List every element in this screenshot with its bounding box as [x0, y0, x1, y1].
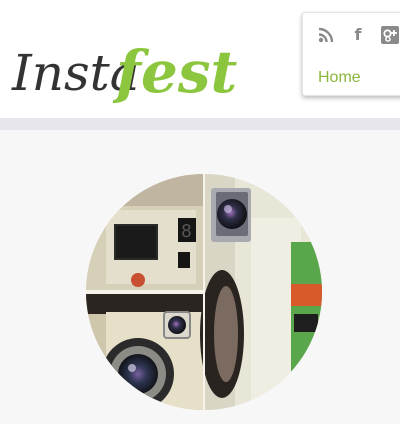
nav-home-link[interactable]: Home — [318, 69, 361, 87]
header-divider — [0, 118, 400, 130]
top-nav-box: f Home — [302, 12, 400, 96]
main-content: 8 — [0, 130, 400, 424]
social-icons: f — [317, 25, 399, 45]
site-header: Insta fest f Home — [0, 0, 400, 118]
hero-camera-image[interactable]: 8 — [86, 174, 322, 410]
facebook-glyph: f — [354, 25, 362, 44]
facebook-icon[interactable]: f — [349, 25, 367, 45]
page: Insta fest f Home 8 — [0, 0, 400, 424]
logo-text-fest: fest — [112, 38, 238, 106]
google-plus-icon[interactable] — [381, 25, 399, 45]
instafest-logo[interactable]: Insta fest — [10, 20, 240, 110]
rss-icon[interactable] — [317, 25, 335, 45]
svg-text:8: 8 — [181, 221, 192, 242]
